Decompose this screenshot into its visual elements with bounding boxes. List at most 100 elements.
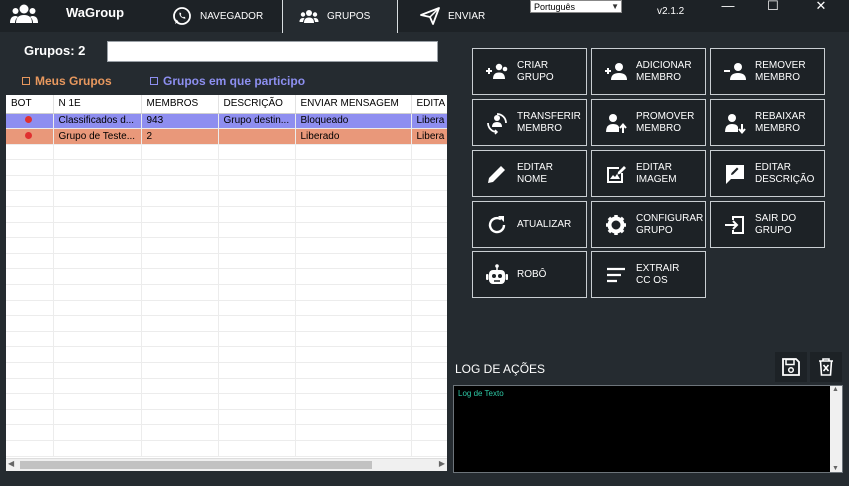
empty-row: [6, 190, 447, 208]
tab-enviar[interactable]: ENVIAR: [404, 0, 504, 32]
empty-cell: [6, 159, 54, 176]
empty-row: [6, 315, 447, 332]
scrollbar-thumb[interactable]: [20, 461, 372, 469]
empty-cell: [295, 424, 412, 441]
scroll-left-icon[interactable]: ◀: [8, 459, 14, 468]
empty-cell: [53, 300, 142, 317]
tab-grupos[interactable]: GRUPOS: [282, 0, 398, 33]
close-button[interactable]: ✕: [809, 0, 833, 14]
table-row[interactable]: Grupo de Teste... 2 Liberado Libera: [6, 128, 447, 145]
empty-cell: [218, 144, 296, 161]
add-group-icon: [486, 63, 508, 79]
empty-row: [6, 268, 447, 286]
col-send-message[interactable]: ENVIAR MENSAGEM: [295, 95, 412, 114]
cell-description: [218, 128, 296, 145]
empty-cell: [295, 346, 412, 363]
app-logo-icon: [10, 4, 38, 23]
empty-cell: [53, 284, 142, 301]
empty-cell: [295, 206, 412, 223]
save-log-button[interactable]: [775, 352, 807, 382]
empty-cell: [6, 393, 54, 410]
cell-members: 2: [141, 128, 219, 145]
scroll-up-icon[interactable]: ▲: [832, 386, 839, 393]
scroll-right-icon[interactable]: ▶: [439, 459, 445, 468]
transfer-member-button[interactable]: TRANSFERIR MEMBRO: [472, 99, 587, 146]
scroll-down-icon[interactable]: ▼: [832, 465, 839, 472]
empty-cell: [295, 253, 412, 270]
empty-cell: [218, 222, 296, 239]
empty-cell: [295, 237, 412, 254]
refresh-icon: [488, 215, 506, 233]
empty-cell: [53, 346, 142, 363]
edit-description-button[interactable]: EDITAR DESCRIÇÃO: [710, 150, 825, 197]
empty-cell: [295, 159, 412, 176]
empty-cell: [53, 315, 142, 332]
extract-contacts-button[interactable]: EXTRAIR CC OS: [591, 251, 706, 298]
empty-cell: [411, 393, 447, 410]
log-vertical-scrollbar[interactable]: ▲ ▼: [830, 386, 842, 472]
empty-cell: [6, 222, 54, 239]
empty-cell: [295, 222, 412, 239]
empty-cell: [6, 424, 54, 441]
maximize-button[interactable]: ☐: [761, 0, 785, 14]
log-title: LOG DE AÇÕES: [455, 362, 546, 376]
empty-cell: [295, 284, 412, 301]
transfer-icon: [487, 112, 507, 135]
minimize-button[interactable]: —: [716, 0, 740, 14]
edit-image-button[interactable]: EDITAR IMAGEM: [591, 150, 706, 197]
add-member-label: ADICIONAR MEMBRO: [636, 59, 692, 83]
col-name[interactable]: N 1E: [53, 95, 142, 114]
log-textarea[interactable]: Log de Texto ▲ ▼: [453, 385, 843, 473]
empty-cell: [141, 159, 219, 176]
col-bot[interactable]: BOT: [6, 95, 54, 114]
users-icon: [299, 9, 319, 23]
empty-cell: [295, 378, 412, 395]
horizontal-scrollbar[interactable]: ◀ ▶: [6, 458, 447, 471]
group-search-input[interactable]: [107, 41, 438, 62]
empty-cell: [6, 378, 54, 395]
cell-edit: Libera: [411, 113, 447, 130]
tab-navegador[interactable]: NAVEGADOR: [156, 0, 280, 32]
add-member-button[interactable]: ADICIONAR MEMBRO: [591, 48, 706, 95]
empty-cell: [141, 268, 219, 286]
empty-cell: [53, 253, 142, 270]
language-value: Português: [534, 1, 576, 12]
robot-button[interactable]: ROBÔ: [472, 251, 587, 298]
remove-member-button[interactable]: REMOVER MEMBRO: [710, 48, 825, 95]
gear-icon: [606, 214, 626, 235]
col-description[interactable]: DESCRIÇÃO: [218, 95, 296, 114]
empty-cell: [53, 393, 142, 410]
checkbox-my-groups[interactable]: [22, 77, 30, 85]
empty-cell: [53, 440, 142, 457]
empty-cell: [218, 190, 296, 208]
empty-cell: [295, 331, 412, 348]
whatsapp-icon: [173, 7, 191, 25]
empty-cell: [411, 378, 447, 395]
clear-log-button[interactable]: [810, 352, 842, 382]
empty-cell: [411, 362, 447, 379]
col-edit[interactable]: EDITA: [411, 95, 447, 114]
table-row[interactable]: Classificados d... 943 Grupo destin... B…: [6, 113, 447, 130]
leave-group-button[interactable]: SAIR DO GRUPO: [710, 201, 825, 248]
checkbox-participating[interactable]: [150, 77, 158, 85]
empty-cell: [6, 362, 54, 379]
empty-cell: [218, 253, 296, 270]
promote-icon: [606, 113, 627, 133]
empty-cell: [6, 315, 54, 332]
language-select[interactable]: Português ▼: [530, 0, 622, 13]
edit-name-button[interactable]: EDITAR NOME: [472, 150, 587, 197]
demote-member-button[interactable]: REBAIXAR MEMBRO: [710, 99, 825, 146]
create-group-button[interactable]: CRIAR GRUPO: [472, 48, 587, 95]
empty-cell: [411, 284, 447, 301]
refresh-button[interactable]: ATUALIZAR: [472, 201, 587, 248]
col-members[interactable]: MEMBROS: [141, 95, 219, 114]
configure-group-button[interactable]: CONFIGURAR GRUPO: [591, 201, 706, 248]
filter-participating[interactable]: Grupos em que participo: [150, 74, 305, 88]
filter-my-groups[interactable]: Meus Grupos: [22, 74, 112, 88]
promote-member-button[interactable]: PROMOVER MEMBRO: [591, 99, 706, 146]
refresh-label: ATUALIZAR: [517, 218, 572, 230]
empty-row: [6, 159, 447, 176]
status-dot-icon: [25, 116, 32, 124]
empty-cell: [295, 315, 412, 332]
empty-cell: [6, 268, 54, 286]
